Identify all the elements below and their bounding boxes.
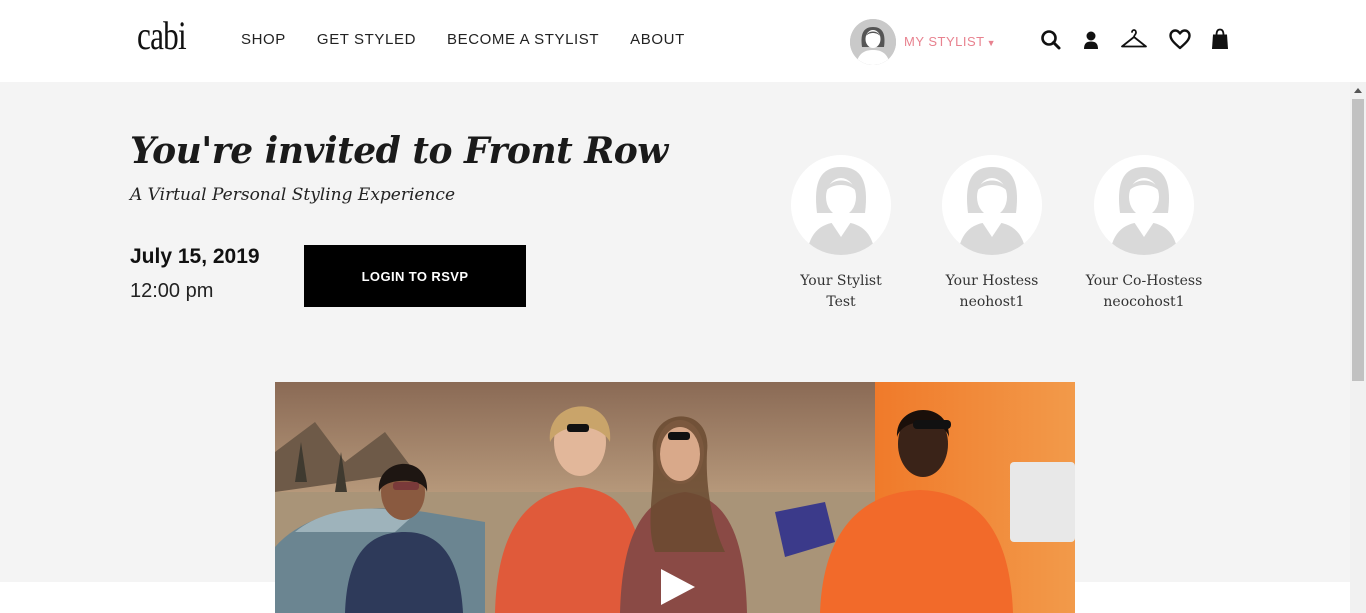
main-nav: SHOP GET STYLED BECOME A STYLIST ABOUT	[241, 31, 716, 48]
heart-icon[interactable]	[1169, 28, 1193, 52]
host-name: neocohost1	[1103, 294, 1185, 310]
cabi-logo[interactable]: cabi	[137, 9, 187, 63]
play-icon[interactable]	[657, 567, 697, 607]
stylist-avatar[interactable]	[850, 19, 896, 65]
my-stylist-dropdown[interactable]: MY STYLIST ▼	[904, 34, 996, 49]
bag-icon[interactable]	[1210, 28, 1234, 52]
host-card-stylist: Your Stylist Test	[776, 155, 906, 310]
nav-about[interactable]: ABOUT	[630, 31, 685, 48]
host-name: Test	[826, 294, 856, 310]
invite-subtitle: A Virtual Personal Styling Experience	[130, 185, 456, 205]
scroll-up-arrow-icon[interactable]	[1354, 88, 1362, 93]
avatar-silhouette-icon	[850, 19, 896, 65]
host-role: Your Hostess	[945, 273, 1039, 289]
nav-get-styled[interactable]: GET STYLED	[317, 31, 416, 48]
stylist-avatar-placeholder	[791, 155, 891, 255]
invite-title: You're invited to Front Row	[130, 130, 668, 172]
my-stylist-label: MY STYLIST	[904, 34, 985, 49]
host-name: neohost1	[959, 294, 1025, 310]
hanger-icon[interactable]	[1120, 28, 1148, 52]
event-time: 12:00 pm	[130, 280, 214, 302]
hostess-avatar-placeholder	[942, 155, 1042, 255]
site-header: cabi SHOP GET STYLED BECOME A STYLIST AB…	[0, 0, 1366, 82]
avatar-silhouette-icon	[1094, 155, 1194, 255]
avatar-silhouette-icon	[791, 155, 891, 255]
host-card-co-hostess: Your Co-Hostess neocohost1	[1079, 155, 1209, 310]
account-icon[interactable]	[1081, 28, 1105, 52]
caret-down-icon: ▼	[986, 38, 997, 48]
co-hostess-avatar-placeholder	[1094, 155, 1194, 255]
login-to-rsvp-button[interactable]: LOGIN TO RSVP	[304, 245, 526, 307]
scrollbar-thumb[interactable]	[1352, 99, 1364, 381]
nav-become-a-stylist[interactable]: BECOME A STYLIST	[447, 31, 599, 48]
search-icon[interactable]	[1040, 28, 1064, 52]
page-scrollbar[interactable]	[1350, 82, 1366, 613]
host-role: Your Stylist	[800, 273, 882, 289]
nav-shop[interactable]: SHOP	[241, 31, 286, 48]
event-date: July 15, 2019	[130, 245, 260, 268]
promo-video[interactable]	[275, 382, 1075, 613]
host-role: Your Co-Hostess	[1085, 273, 1203, 289]
avatar-silhouette-icon	[942, 155, 1042, 255]
host-card-hostess: Your Hostess neohost1	[927, 155, 1057, 310]
